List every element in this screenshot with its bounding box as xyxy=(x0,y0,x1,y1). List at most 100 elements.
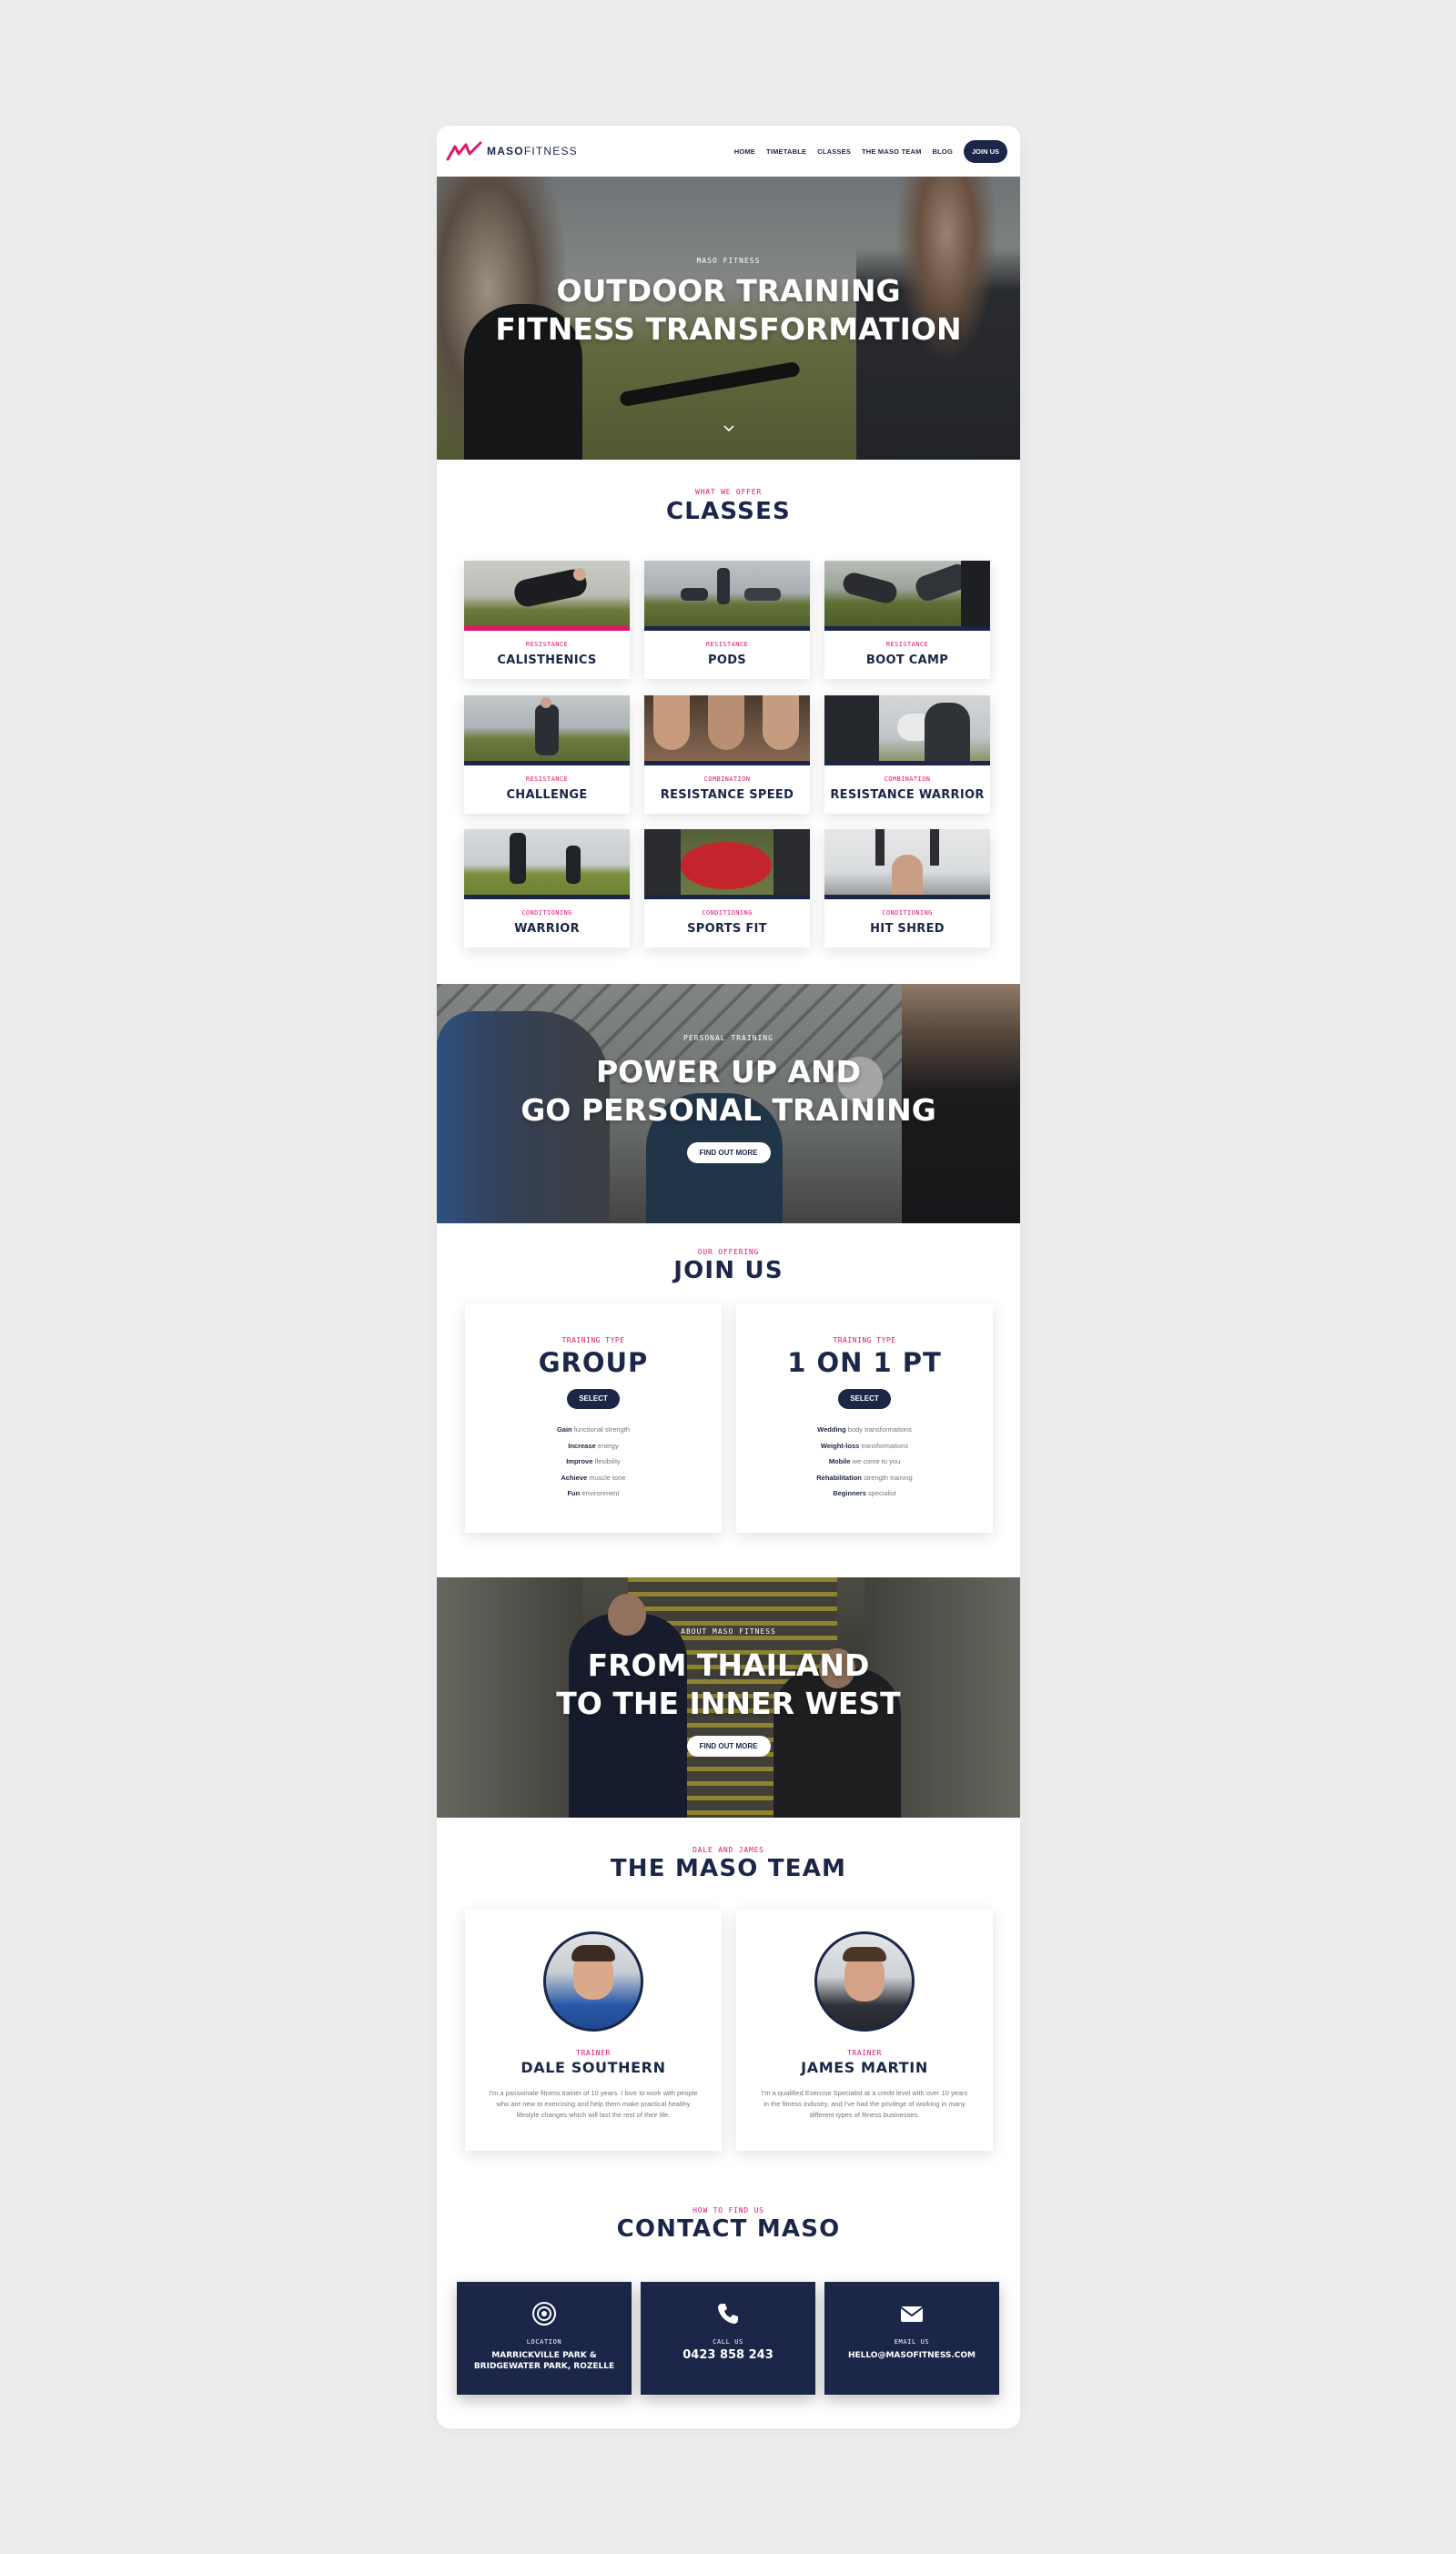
class-accent-bar xyxy=(464,626,630,631)
nav-link-team[interactable]: THE MASO TEAM xyxy=(862,147,922,156)
offer-feature: Fun environment xyxy=(567,1489,620,1497)
class-name: HIT SHRED xyxy=(870,922,945,936)
location-target-icon xyxy=(532,2302,556,2326)
class-accent-bar xyxy=(644,626,810,631)
offer-feature: Gain functional strength xyxy=(556,1425,631,1434)
class-photo xyxy=(464,695,630,765)
class-name: RESISTANCE SPEED xyxy=(660,788,794,802)
class-photo xyxy=(644,695,810,765)
class-category: RESISTANCE xyxy=(525,641,569,648)
about-title: FROM THAILAND TO THE INNER WEST xyxy=(437,1647,1020,1723)
classes-title: CLASSES xyxy=(666,498,791,525)
class-photo xyxy=(824,561,990,631)
offer-feature: Mobile we come to you xyxy=(828,1457,901,1465)
hero-title: OUTDOOR TRAINING FITNESS TRANSFORMATION xyxy=(437,272,1020,349)
class-card-hit-shred[interactable]: CONDITIONING HIT SHRED xyxy=(824,829,990,948)
class-accent-bar xyxy=(824,761,990,765)
select-1on1-button[interactable]: SELECT xyxy=(838,1389,891,1409)
maso-fitness-logo[interactable]: MASOFITNESS xyxy=(446,141,578,161)
class-category: COMBINATION xyxy=(884,775,931,783)
class-card-pods[interactable]: RESISTANCE PODS xyxy=(644,561,810,679)
contact-phone-box[interactable]: CALL US 0423 858 243 xyxy=(641,2282,815,2395)
class-card-calisthenics[interactable]: RESISTANCE CALISTHENICS xyxy=(464,561,630,679)
class-card-warrior[interactable]: CONDITIONING WARRIOR xyxy=(464,829,630,948)
class-name: PODS xyxy=(708,654,746,667)
offer-feature: Improve flexibility xyxy=(566,1457,621,1465)
contact-email-box[interactable]: EMAIL US HELLO@MASOFITNESS.COM xyxy=(824,2282,999,2395)
team-bio: I'm a qualified Exercise Specialist at a… xyxy=(761,2089,968,2119)
contact-value: MARRICKVILLE PARK & BRIDGEWATER PARK, RO… xyxy=(473,2351,615,2371)
team-card-dale: TRAINER DALE SOUTHERN I'm a passionate f… xyxy=(465,1910,722,2151)
contact-value: HELLO@MASOFITNESS.COM xyxy=(847,2351,976,2360)
class-photo xyxy=(644,829,810,899)
offer-card-group: TRAINING TYPE GROUP SELECT Gain function… xyxy=(465,1303,722,1533)
class-card-resistance-warrior[interactable]: COMBINATION RESISTANCE WARRIOR xyxy=(824,695,990,814)
class-name: BOOT CAMP xyxy=(865,654,949,667)
personal-training-title-line2: GO PERSONAL TRAINING xyxy=(521,1092,936,1128)
class-photo xyxy=(464,829,630,899)
nav-link-blog[interactable]: BLOG xyxy=(933,147,953,156)
select-group-button[interactable]: SELECT xyxy=(567,1389,620,1409)
team-eyebrow: DALE AND JAMES xyxy=(693,1846,764,1854)
class-category: CONDITIONING xyxy=(882,909,933,917)
class-accent-bar xyxy=(824,895,990,899)
class-photo xyxy=(644,561,810,631)
contact-label: EMAIL US xyxy=(894,2338,930,2346)
envelope-icon xyxy=(900,2306,924,2322)
hero-content: MASO FITNESS OUTDOOR TRAINING FITNESS TR… xyxy=(437,177,1020,349)
class-photo xyxy=(824,695,990,765)
about-title-line2: TO THE INNER WEST xyxy=(556,1686,901,1721)
logo-text: MASOFITNESS xyxy=(487,145,578,157)
offer-feature: Achieve muscle tone xyxy=(561,1473,626,1482)
team-role: TRAINER xyxy=(847,2049,882,2057)
nav-link-timetable[interactable]: TIMETABLE xyxy=(766,147,806,156)
nav-join-button[interactable]: JOIN US xyxy=(963,139,1007,163)
team-bio: I'm a passionate fitness trainer of 10 y… xyxy=(489,2089,698,2119)
class-photo xyxy=(824,829,990,899)
class-category: CONDITIONING xyxy=(702,909,753,917)
offer-feature: Rehabilitation strength training xyxy=(816,1473,913,1482)
offer-feature-list: Gain functional strength Increase energy… xyxy=(465,1422,722,1502)
class-card-challenge[interactable]: RESISTANCE CHALLENGE xyxy=(464,695,630,814)
classes-eyebrow: WHAT WE OFFER xyxy=(694,488,762,496)
scroll-down-chevron-icon[interactable] xyxy=(723,424,735,433)
class-card-resistance-speed[interactable]: COMBINATION RESISTANCE SPEED xyxy=(644,695,810,814)
contact-label: CALL US xyxy=(713,2338,743,2346)
class-card-sports-fit[interactable]: CONDITIONING SPORTS FIT xyxy=(644,829,810,948)
join-eyebrow: OUR OFFERING xyxy=(697,1248,760,1256)
about-find-out-more-button[interactable]: FIND OUT MORE xyxy=(686,1736,771,1757)
nav-links: HOME TIMETABLE CLASSES THE MASO TEAM BLO… xyxy=(734,139,1007,163)
class-card-boot-camp[interactable]: RESISTANCE BOOT CAMP xyxy=(824,561,990,679)
contact-location-box[interactable]: LOCATION MARRICKVILLE PARK & BRIDGEWATER… xyxy=(457,2282,632,2395)
class-accent-bar xyxy=(464,761,630,765)
contact-title: CONTACT MASO xyxy=(616,2215,841,2243)
offer-type-label: TRAINING TYPE xyxy=(561,1336,625,1344)
about-eyebrow: ABOUT MASO FITNESS xyxy=(681,1627,776,1636)
class-name: WARRIOR xyxy=(514,922,580,936)
class-name: SPORTS FIT xyxy=(687,922,767,936)
offer-feature: Wedding body transformations xyxy=(817,1425,912,1434)
class-accent-bar xyxy=(644,761,810,765)
personal-training-find-out-more-button[interactable]: FIND OUT MORE xyxy=(686,1142,771,1163)
about-content: ABOUT MASO FITNESS FROM THAILAND TO THE … xyxy=(437,1577,1020,1757)
class-photo xyxy=(464,561,630,631)
team-name: DALE SOUTHERN xyxy=(521,2059,666,2076)
nav-link-classes[interactable]: CLASSES xyxy=(817,147,851,156)
team-name: JAMES MARTIN xyxy=(801,2059,928,2076)
personal-training-content: PERSONAL TRAINING POWER UP AND GO PERSON… xyxy=(437,984,1020,1163)
about-title-line1: FROM THAILAND xyxy=(587,1647,870,1683)
class-category: RESISTANCE xyxy=(525,775,569,783)
class-accent-bar xyxy=(644,895,810,899)
team-title: THE MASO TEAM xyxy=(610,1855,847,1882)
hero-eyebrow: MASO FITNESS xyxy=(696,257,761,265)
offer-card-1on1-pt: TRAINING TYPE 1 ON 1 PT SELECT Wedding b… xyxy=(736,1303,993,1533)
nav-link-home[interactable]: HOME xyxy=(734,147,755,156)
class-name: RESISTANCE WARRIOR xyxy=(830,788,985,802)
hero-banner: MASO FITNESS OUTDOOR TRAINING FITNESS TR… xyxy=(437,177,1020,460)
offer-name: 1 ON 1 PT xyxy=(787,1347,942,1378)
offer-feature: Beginners specialist xyxy=(833,1489,896,1497)
avatar-james xyxy=(814,1931,915,2032)
top-navigation: MASOFITNESS HOME TIMETABLE CLASSES THE M… xyxy=(437,126,1020,177)
about-banner: ABOUT MASO FITNESS FROM THAILAND TO THE … xyxy=(437,1577,1020,1818)
team-role: TRAINER xyxy=(576,2049,611,2057)
